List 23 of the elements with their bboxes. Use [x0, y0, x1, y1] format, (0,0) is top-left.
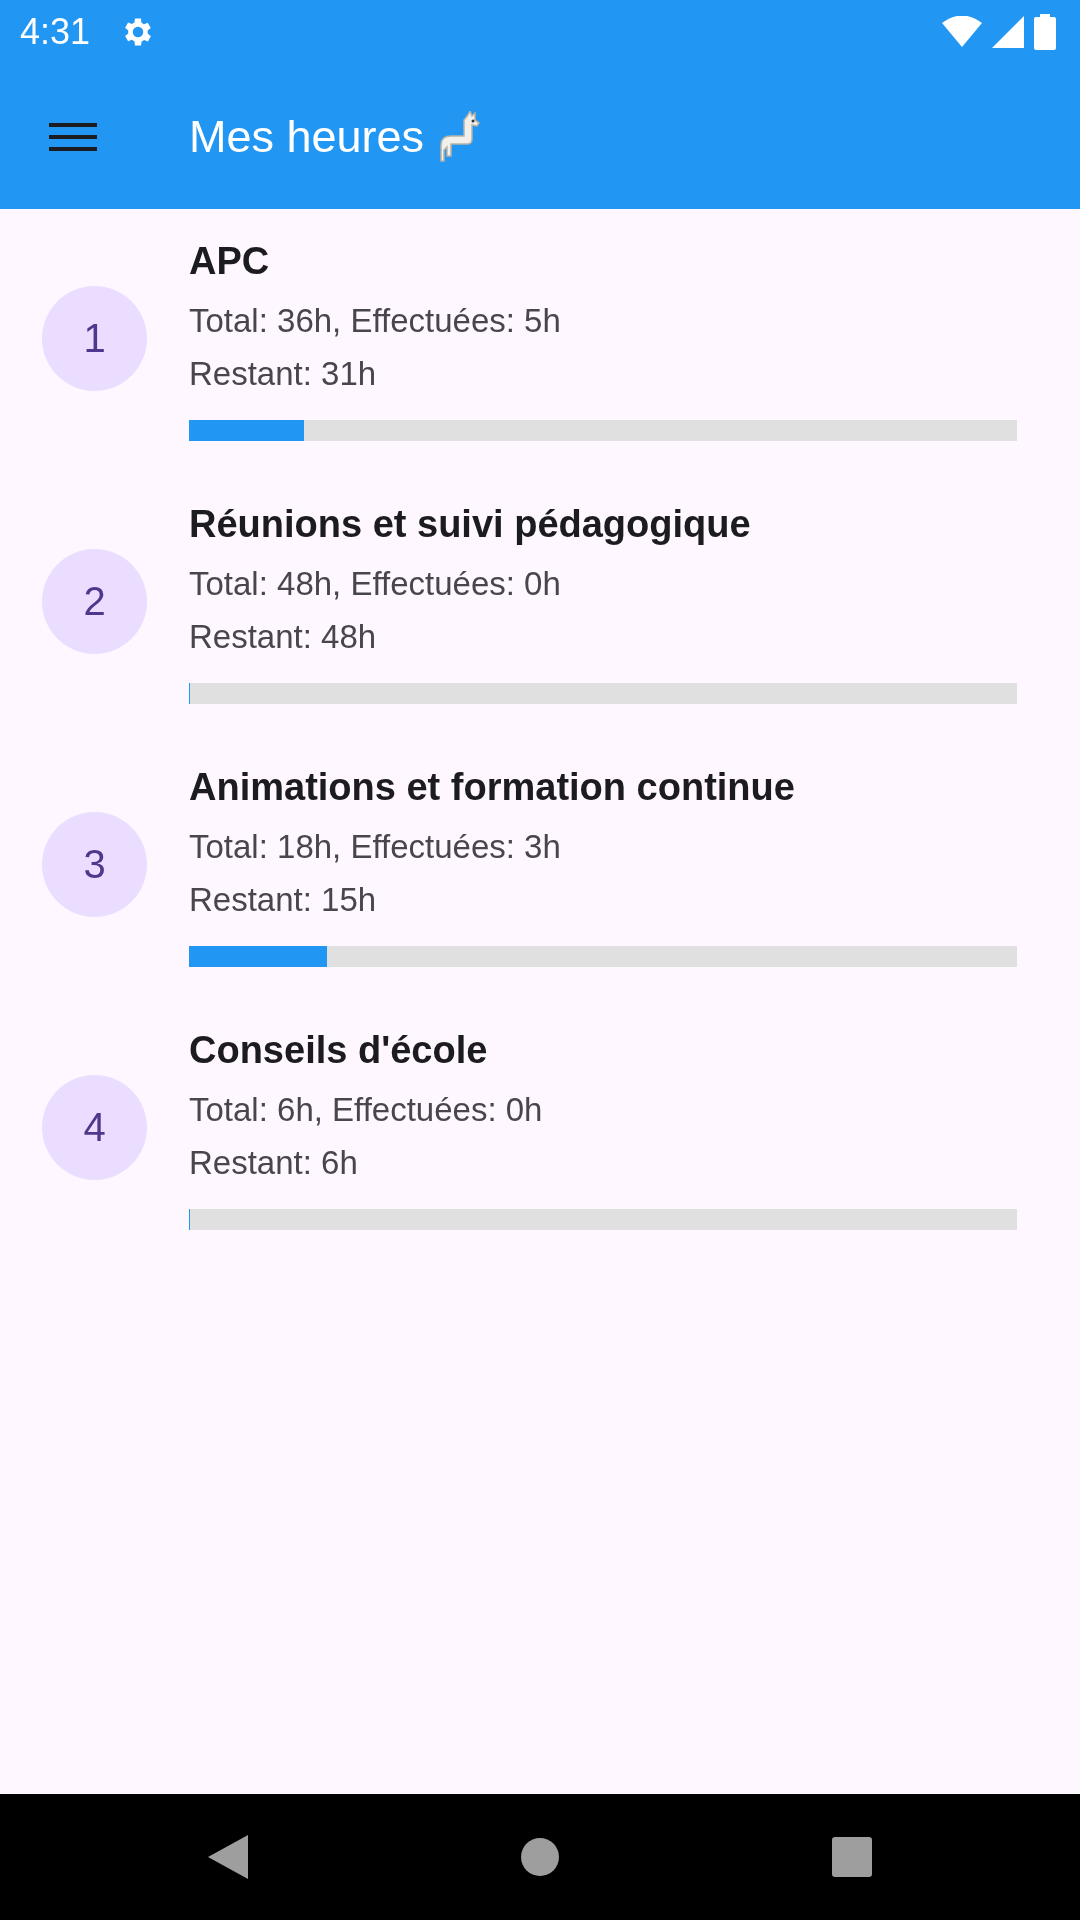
number-avatar: 4	[42, 1074, 147, 1180]
remaining-hours: Restant: 48h	[189, 617, 378, 657]
hours-summary: Total: 36h, Effectuées: 5h	[189, 301, 562, 341]
hours-summary: Total: 6h, Effectuées: 0h	[189, 1090, 544, 1130]
wifi-icon	[942, 16, 982, 48]
number-avatar: 3	[42, 811, 147, 917]
remaining-hours: Restant: 31h	[189, 354, 378, 394]
remaining-hours: Restant: 15h	[189, 880, 378, 920]
battery-icon	[1034, 14, 1056, 50]
category-title: Réunions et suivi pédagogique	[189, 502, 752, 547]
remaining-hours: Restant: 6h	[189, 1143, 359, 1183]
signal-icon	[992, 16, 1024, 48]
category-title: Animations et formation continue	[189, 765, 796, 810]
home-button[interactable]	[520, 1837, 560, 1877]
category-title: APC	[189, 239, 271, 284]
back-button[interactable]	[208, 1835, 248, 1879]
hours-summary: Total: 18h, Effectuées: 3h	[189, 827, 562, 867]
number-avatar: 2	[42, 548, 147, 654]
status-time: 4:31	[20, 11, 91, 53]
app-title: Mes heures	[189, 110, 425, 163]
hours-summary: Total: 48h, Effectuées: 0h	[189, 564, 562, 604]
category-title: Conseils d'école	[189, 1028, 489, 1073]
number-avatar: 1	[42, 285, 147, 391]
